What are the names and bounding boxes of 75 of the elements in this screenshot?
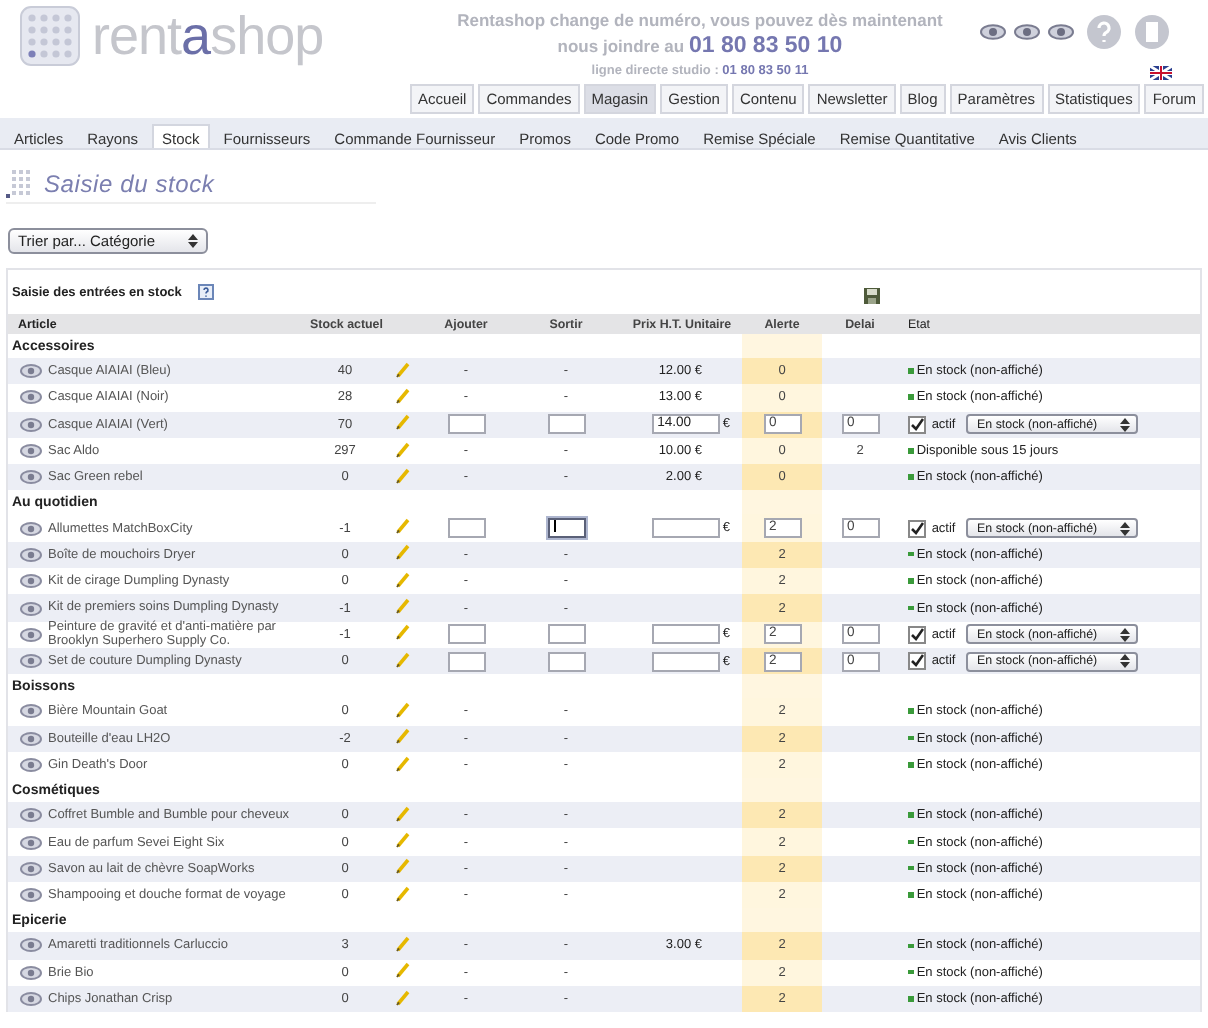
pencil-icon[interactable] bbox=[395, 805, 409, 822]
pencil-icon[interactable] bbox=[395, 755, 409, 771]
eye-icon[interactable] bbox=[20, 704, 42, 719]
active-checkbox[interactable] bbox=[908, 625, 926, 644]
eye-icon[interactable] bbox=[20, 731, 42, 746]
eye-icon[interactable] bbox=[20, 808, 42, 823]
eye-icon[interactable] bbox=[20, 992, 42, 1007]
pencil-icon[interactable] bbox=[395, 651, 409, 668]
eye-icon[interactable] bbox=[980, 24, 1006, 40]
active-checkbox[interactable] bbox=[908, 519, 926, 538]
add-field[interactable] bbox=[447, 651, 485, 672]
remove-field[interactable] bbox=[547, 651, 585, 672]
add-field[interactable] bbox=[447, 414, 485, 435]
eye-icon[interactable] bbox=[20, 417, 42, 432]
pencil-icon[interactable] bbox=[395, 598, 409, 615]
eye-icon[interactable] bbox=[20, 654, 42, 669]
logo-icon bbox=[20, 6, 80, 66]
page-title: Saisie du stock bbox=[44, 170, 215, 198]
eye-icon[interactable] bbox=[20, 547, 42, 562]
pencil-icon[interactable] bbox=[395, 701, 409, 718]
eye-icon[interactable] bbox=[20, 835, 42, 850]
eye-icon[interactable] bbox=[20, 861, 42, 876]
eye-icon[interactable] bbox=[20, 758, 42, 772]
remove-field[interactable] bbox=[547, 518, 585, 539]
stepper-icon bbox=[1119, 521, 1130, 536]
eye-icon[interactable] bbox=[20, 444, 42, 459]
flag-icon[interactable] bbox=[1150, 66, 1172, 80]
pencil-icon[interactable] bbox=[395, 441, 409, 458]
pencil-icon[interactable] bbox=[395, 414, 409, 431]
pencil-icon[interactable] bbox=[395, 989, 409, 1006]
pencil-icon[interactable] bbox=[395, 544, 409, 561]
pencil-icon[interactable] bbox=[395, 387, 409, 404]
eye-icon[interactable] bbox=[1048, 24, 1074, 40]
remove-field[interactable] bbox=[547, 624, 585, 645]
add-field[interactable] bbox=[447, 518, 485, 539]
eye-icon[interactable] bbox=[20, 601, 42, 616]
pencil-icon[interactable] bbox=[395, 832, 409, 849]
price-field[interactable] bbox=[651, 651, 720, 672]
stepper-icon bbox=[1119, 627, 1130, 642]
pencil-icon[interactable] bbox=[395, 962, 409, 979]
pencil-icon[interactable] bbox=[395, 885, 409, 902]
eye-icon[interactable] bbox=[20, 888, 42, 903]
phone-text: nous joindre au 01 80 83 50 10 bbox=[555, 34, 845, 58]
dots-icon bbox=[6, 170, 32, 198]
pencil-icon[interactable] bbox=[395, 858, 409, 875]
price-field[interactable] bbox=[651, 518, 720, 539]
eye-icon[interactable] bbox=[20, 364, 42, 379]
pencil-icon[interactable] bbox=[395, 518, 409, 535]
eye-icon[interactable] bbox=[20, 574, 42, 589]
pencil-icon[interactable] bbox=[395, 571, 409, 588]
stepper-icon bbox=[1119, 417, 1130, 432]
pencil-icon[interactable] bbox=[395, 935, 409, 952]
pencil-icon[interactable] bbox=[395, 728, 409, 745]
active-checkbox[interactable] bbox=[908, 415, 926, 434]
eye-icon[interactable] bbox=[20, 965, 42, 980]
eye-icon[interactable] bbox=[20, 470, 42, 485]
eye-icon[interactable] bbox=[1014, 24, 1040, 40]
pencil-icon[interactable] bbox=[395, 361, 409, 378]
pencil-icon[interactable] bbox=[395, 624, 409, 641]
eye-icon[interactable] bbox=[20, 390, 42, 405]
eye-icon[interactable] bbox=[20, 938, 42, 953]
eye-icon[interactable] bbox=[20, 627, 42, 642]
notice-text: Rentashop change de numéro, vous pouvez dès maintenant bbox=[455, 10, 945, 30]
remove-field[interactable] bbox=[547, 414, 585, 435]
pencil-icon[interactable] bbox=[395, 467, 409, 484]
logo-text: rentashop bbox=[92, 9, 324, 63]
stepper-icon bbox=[188, 234, 198, 248]
price-field[interactable] bbox=[651, 624, 720, 645]
door-icon[interactable] bbox=[1134, 14, 1170, 50]
active-checkbox[interactable] bbox=[908, 652, 926, 671]
help-icon[interactable] bbox=[197, 284, 214, 300]
save-icon[interactable] bbox=[864, 288, 880, 304]
stepper-icon bbox=[1119, 654, 1130, 669]
eye-icon[interactable] bbox=[20, 521, 42, 536]
add-field[interactable] bbox=[447, 624, 485, 645]
